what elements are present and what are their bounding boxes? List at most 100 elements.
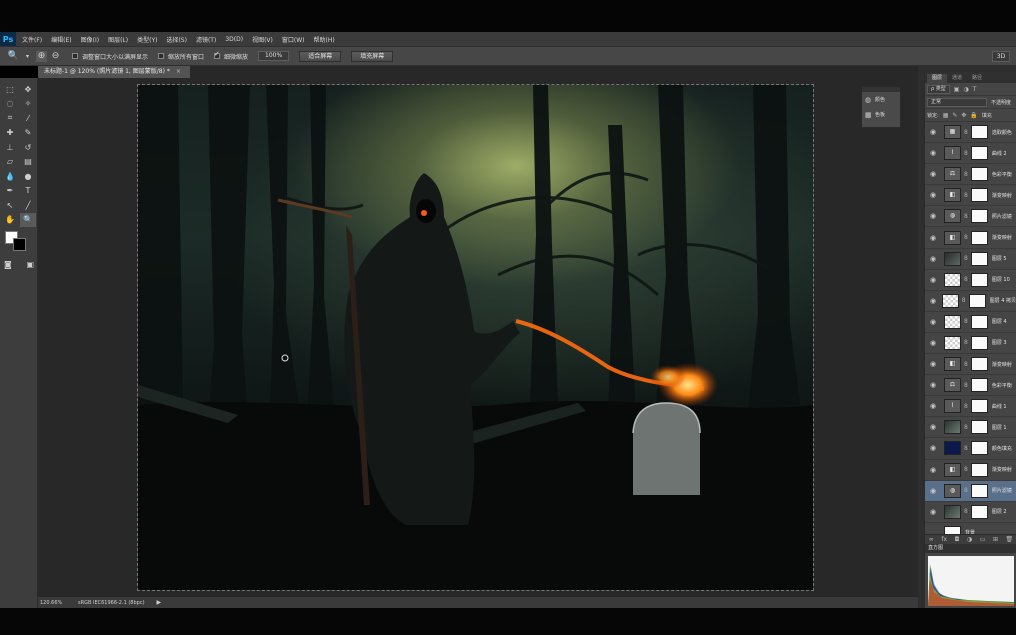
layer-mask-thumbnail[interactable] bbox=[970, 399, 988, 414]
visibility-eye-icon[interactable]: ◉ bbox=[930, 318, 940, 326]
layer-mask-thumbnail[interactable] bbox=[970, 167, 988, 182]
layer-row[interactable]: ◉ 8 图层 5 bbox=[925, 249, 1016, 270]
layer-thumbnail[interactable] bbox=[941, 293, 959, 308]
visibility-eye-icon[interactable]: ◉ bbox=[930, 360, 940, 368]
zoom-in-icon[interactable]: ⊕ bbox=[36, 50, 47, 62]
lock-move-icon[interactable]: ✥ bbox=[961, 112, 966, 119]
adjustment-layer-icon[interactable]: ◧ bbox=[944, 357, 961, 372]
layer-row[interactable]: ◉ ⚖ 8 色彩平衡 bbox=[925, 164, 1016, 186]
layer-row[interactable]: ◉ ▦ 8 选取颜色 bbox=[925, 122, 1016, 144]
layer-name[interactable]: 图层 1 bbox=[992, 424, 1007, 431]
adjustment-layer-icon[interactable]: ⌇ bbox=[944, 399, 961, 414]
layer-name[interactable]: 图层 4 拷贝 bbox=[990, 297, 1016, 304]
layer-mask-thumbnail[interactable] bbox=[970, 441, 988, 456]
layer-row[interactable]: ◉ ◧ 8 渐变映射 bbox=[925, 354, 1016, 376]
layer-name[interactable]: 色彩平衡 bbox=[992, 382, 1012, 389]
mask-link-icon[interactable]: 8 bbox=[964, 445, 968, 452]
new-group-icon[interactable]: ▭ bbox=[980, 536, 986, 543]
delete-layer-icon[interactable]: 🗑 bbox=[1006, 536, 1014, 543]
mask-link-icon[interactable]: 8 bbox=[964, 192, 968, 199]
mask-link-icon[interactable]: 8 bbox=[964, 487, 968, 494]
fill-screen-button[interactable]: 填充屏幕 bbox=[351, 50, 394, 62]
layer-mask-thumbnail[interactable] bbox=[970, 357, 988, 372]
eyedropper-tool-icon[interactable]: ⁄ bbox=[20, 111, 36, 126]
quick-mask-icon[interactable]: ◙ bbox=[4, 260, 12, 269]
mask-link-icon[interactable]: 8 bbox=[964, 339, 968, 346]
magic-wand-tool-icon[interactable]: ✧ bbox=[20, 97, 36, 112]
visibility-eye-icon[interactable]: ◉ bbox=[930, 466, 940, 474]
layer-name[interactable]: 图层 2 bbox=[992, 508, 1007, 515]
layer-row[interactable]: ◉ ⌇ 8 曲线 1 bbox=[925, 396, 1016, 418]
visibility-eye-icon[interactable]: ◉ bbox=[930, 276, 940, 284]
visibility-eye-icon[interactable]: ◉ bbox=[930, 149, 940, 157]
layer-name[interactable]: 渐变映射 bbox=[992, 234, 1012, 241]
layer-mask-thumbnail[interactable] bbox=[970, 314, 988, 329]
mask-link-icon[interactable]: 8 bbox=[962, 297, 966, 304]
layer-name[interactable]: 颜色填充 bbox=[992, 445, 1012, 452]
layer-row[interactable]: ◉ ⚖ 8 色彩平衡 bbox=[925, 375, 1016, 397]
menu-3d[interactable]: 3D(D) bbox=[225, 36, 243, 43]
clone-stamp-tool-icon[interactable]: ⊥ bbox=[2, 140, 18, 155]
filter-type-icon[interactable]: T bbox=[973, 86, 977, 93]
layer-row[interactable]: ◉ 8 图层 3 bbox=[925, 333, 1016, 355]
layer-thumbnail[interactable] bbox=[944, 272, 961, 287]
layer-filter-kind-select[interactable]: ρ 类型 bbox=[927, 84, 950, 94]
path-selection-tool-icon[interactable]: ↖ bbox=[2, 198, 18, 213]
adjustment-layer-icon[interactable]: ▦ bbox=[944, 125, 961, 140]
adjustment-layer-icon[interactable]: ◍ bbox=[944, 483, 961, 498]
layer-mask-thumbnail[interactable] bbox=[970, 504, 988, 519]
menu-type[interactable]: 类型(Y) bbox=[137, 35, 157, 44]
layer-mask-thumbnail[interactable] bbox=[970, 335, 988, 350]
fit-screen-button[interactable]: 适合屏幕 bbox=[299, 50, 342, 62]
mask-link-icon[interactable]: 8 bbox=[964, 255, 968, 262]
mask-link-icon[interactable]: 8 bbox=[964, 382, 968, 389]
layer-row[interactable]: ◉ 8 图层 1 bbox=[925, 417, 1016, 439]
filter-adjustment-icon[interactable]: ◑ bbox=[963, 86, 968, 93]
document-tab[interactable]: 未标题-1 @ 120% (照片滤镜 1, 图层蒙版/8) * × bbox=[38, 66, 190, 78]
adjustment-layer-icon[interactable]: ⚖ bbox=[944, 378, 961, 393]
visibility-eye-icon[interactable]: ◉ bbox=[930, 444, 940, 452]
visibility-eye-icon[interactable]: ◉ bbox=[930, 297, 938, 305]
visibility-eye-icon[interactable]: ◉ bbox=[930, 128, 940, 136]
new-layer-icon[interactable]: ⊞ bbox=[993, 536, 998, 543]
adjustment-layer-icon[interactable]: ◧ bbox=[944, 230, 961, 245]
adjustment-layer-icon[interactable]: ⌇ bbox=[944, 146, 961, 161]
color-panel-button[interactable]: ◍ 颜色 bbox=[862, 92, 900, 107]
tab-channels[interactable]: 通道 bbox=[947, 74, 967, 83]
visibility-eye-icon[interactable]: ◉ bbox=[930, 212, 940, 220]
layer-name[interactable]: 渐变映射 bbox=[992, 466, 1012, 473]
status-menu-arrow-icon[interactable]: ▶ bbox=[157, 599, 162, 606]
layer-name[interactable]: 图层 4 bbox=[992, 318, 1007, 325]
mask-link-icon[interactable]: 8 bbox=[964, 234, 968, 241]
menu-file[interactable]: 文件(F) bbox=[22, 35, 42, 44]
tab-layers[interactable]: 图层 bbox=[927, 74, 948, 83]
checkbox-box[interactable] bbox=[72, 53, 78, 59]
mask-link-icon[interactable]: 8 bbox=[964, 424, 968, 431]
visibility-eye-icon[interactable]: ◉ bbox=[930, 487, 940, 495]
menu-help[interactable]: 帮助(H) bbox=[314, 35, 335, 44]
line-tool-icon[interactable]: ╱ bbox=[20, 198, 36, 213]
layer-row[interactable]: ◉ 8 图层 4 bbox=[925, 312, 1016, 333]
tool-preset-chevron-icon[interactable]: ▾ bbox=[22, 51, 33, 62]
lasso-tool-icon[interactable]: ◌ bbox=[2, 97, 18, 112]
blend-mode-select[interactable]: 正常 bbox=[927, 97, 987, 107]
layer-mask-thumbnail[interactable] bbox=[970, 230, 988, 245]
layer-style-icon[interactable]: fx bbox=[941, 536, 947, 543]
lock-transparency-icon[interactable]: ▦ bbox=[943, 112, 949, 119]
scrubby-zoom-checkbox[interactable]: 细微缩放 bbox=[214, 50, 248, 61]
visibility-eye-icon[interactable]: ◉ bbox=[930, 191, 940, 199]
visibility-eye-icon[interactable]: ◉ bbox=[930, 170, 940, 178]
history-brush-tool-icon[interactable]: ↺ bbox=[20, 140, 36, 155]
swatches-panel-button[interactable]: ▦ 色板 bbox=[862, 107, 900, 122]
layer-name[interactable]: 选取颜色 bbox=[992, 129, 1012, 136]
link-layers-icon[interactable]: ∞ bbox=[929, 536, 934, 543]
dodge-tool-icon[interactable]: ● bbox=[20, 169, 36, 184]
mask-link-icon[interactable]: 8 bbox=[964, 361, 968, 368]
layer-row[interactable]: ◉ ◧ 8 渐变映射 bbox=[925, 227, 1016, 249]
layer-name[interactable]: 照片滤镜 bbox=[992, 213, 1012, 220]
layer-row[interactable]: ◉ ◍ 8 照片滤镜 bbox=[925, 480, 1016, 502]
adjustment-layer-icon[interactable]: ◧ bbox=[944, 462, 961, 477]
screen-mode-icon[interactable]: ▣ bbox=[26, 260, 34, 269]
zoom-tool-active-icon[interactable]: 🔍 bbox=[20, 212, 36, 227]
menu-window[interactable]: 窗口(W) bbox=[282, 35, 305, 44]
